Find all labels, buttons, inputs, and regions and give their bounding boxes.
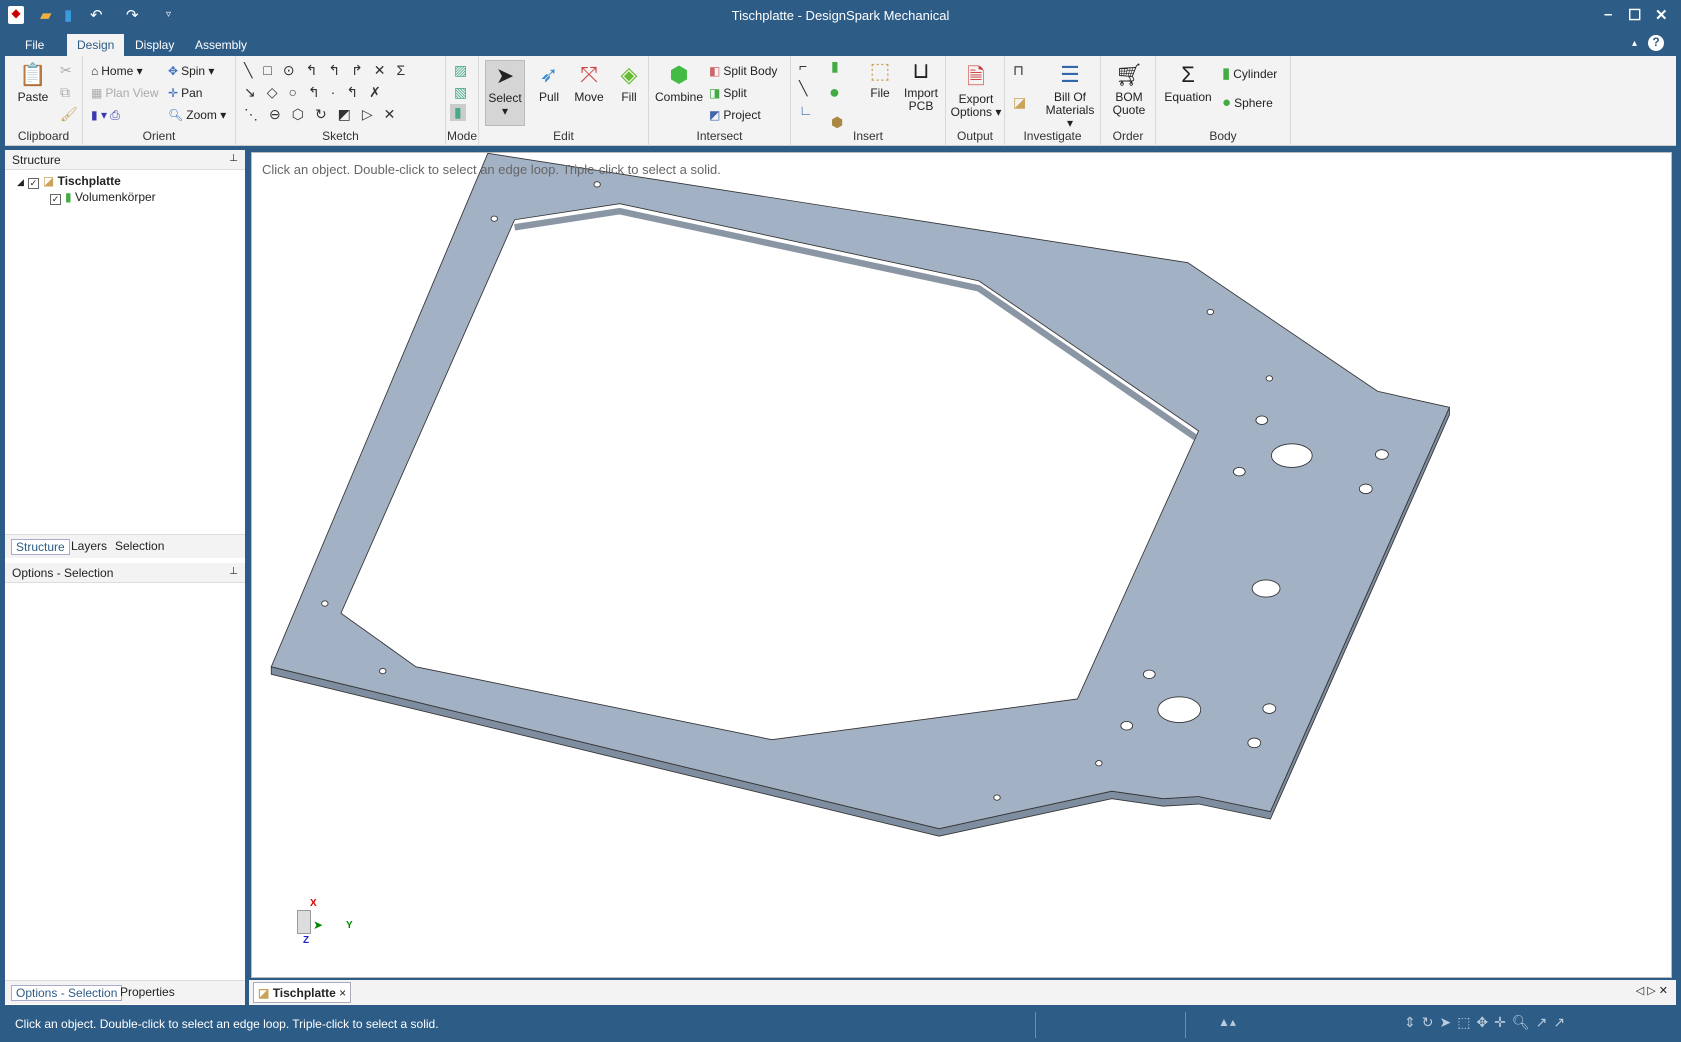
status-text: Click an object. Double-click to select … bbox=[15, 1017, 439, 1031]
axis-z-label: Z bbox=[303, 935, 310, 946]
viewport-hint: Click an object. Double-click to select … bbox=[262, 162, 721, 177]
close-tab-icon[interactable]: × bbox=[339, 986, 346, 1000]
axis-y-label: Y bbox=[346, 920, 353, 931]
plate-model[interactable] bbox=[0, 0, 1681, 1042]
design-icon: ◪ bbox=[258, 986, 270, 1000]
triangle-icon[interactable]: ▲▴ bbox=[1218, 1015, 1236, 1029]
status-bar: Click an object. Double-click to select … bbox=[0, 1007, 1681, 1042]
axis-x-label: X bbox=[310, 898, 317, 909]
triad-cube bbox=[297, 910, 311, 934]
tab-scroll-controls[interactable]: ◁ ▷ ✕ bbox=[1636, 984, 1668, 997]
axis-triad: X ➤ Y Z bbox=[293, 898, 363, 948]
divider bbox=[1035, 1012, 1036, 1038]
divider bbox=[1185, 1012, 1186, 1038]
axis-y-arrow: ➤ bbox=[313, 918, 324, 932]
view-tools[interactable]: ⇕↻➤⬚✥✛🔍︎↗↗ bbox=[1404, 1014, 1571, 1031]
plate-top-face bbox=[270, 152, 1451, 830]
document-tabs: ◪ Tischplatte × ◁ ▷ ✕ bbox=[249, 980, 1676, 1005]
doc-tab-tischplatte[interactable]: ◪ Tischplatte × bbox=[253, 982, 352, 1003]
